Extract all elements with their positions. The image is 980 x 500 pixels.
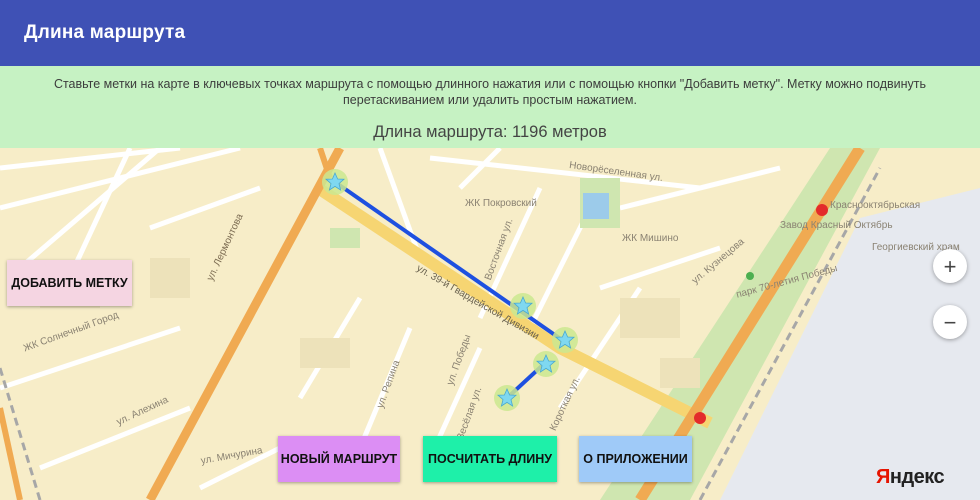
instructions-text: Ставьте метки на карте в ключевых точках…	[53, 77, 927, 107]
map-label-pokrovsky: ЖК Покровский	[465, 198, 537, 209]
app-title: Длина маршрута	[24, 22, 186, 43]
map-label-mishino: ЖК Мишино	[622, 233, 679, 244]
info-panel: Ставьте метки на карте в ключевых точках…	[0, 66, 980, 148]
app-bar: Длина маршрута	[0, 0, 980, 66]
new-route-button[interactable]: НОВЫЙ МАРШРУТ	[278, 436, 400, 482]
zoom-in-button[interactable]: +	[933, 249, 967, 283]
about-app-button[interactable]: О ПРИЛОЖЕНИИ	[579, 436, 692, 482]
add-marker-button[interactable]: ДОБАВИТЬ МЕТКУ	[7, 260, 132, 306]
calculate-length-button[interactable]: ПОСЧИТАТЬ ДЛИНУ	[423, 436, 557, 482]
map-label-krasny-oktyabr: Завод Красный Октябрь	[780, 220, 893, 231]
zoom-out-button[interactable]: −	[933, 305, 967, 339]
yandex-logo: Яндекс	[876, 466, 945, 488]
map-label-krasnooktyabrskaya: Краснооктябрьская	[830, 200, 921, 211]
route-length-text: Длина маршрута: 1196 метров	[373, 123, 607, 141]
